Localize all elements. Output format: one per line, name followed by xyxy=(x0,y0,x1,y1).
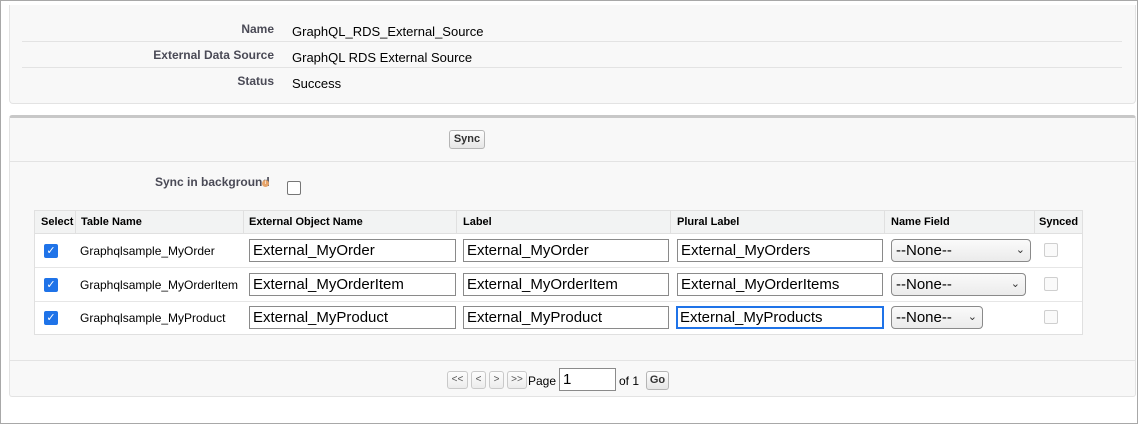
sync-button[interactable]: Sync xyxy=(449,130,485,149)
plural-label-input[interactable]: External_MyProducts xyxy=(676,306,884,329)
detail-value: Success xyxy=(292,76,342,91)
chevron-down-icon: ⌄ xyxy=(967,311,977,323)
first-page-button[interactable]: << xyxy=(447,371,468,389)
next-page-button[interactable]: > xyxy=(489,371,504,389)
synced-checkbox xyxy=(1044,310,1058,324)
table-row: ✓ Graphqlsample_MyProduct External_MyPro… xyxy=(35,301,1082,334)
column-header-external-object-name: External Object Name xyxy=(249,216,363,228)
objects-table: Select Table Name External Object Name L… xyxy=(34,210,1083,335)
external-object-name-input[interactable]: External_MyOrderItem xyxy=(249,273,456,296)
detail-row-name: Name GraphQL_RDS_External_Source xyxy=(22,15,1122,42)
table-row: ✓ Graphqlsample_MyOrderItem External_MyO… xyxy=(35,268,1082,302)
divider xyxy=(10,161,1135,162)
detail-row-status: Status Success xyxy=(22,67,1122,93)
column-header-select: Select xyxy=(41,216,74,228)
chevron-down-icon: ⌄ xyxy=(1010,278,1020,290)
page-number-input[interactable]: 1 xyxy=(559,368,616,391)
details-panel: Name GraphQL_RDS_External_Source Externa… xyxy=(9,5,1136,104)
label-input[interactable]: External_MyOrder xyxy=(463,239,669,262)
table-name: Graphqlsample_MyOrder xyxy=(80,244,215,258)
column-separator xyxy=(670,211,671,233)
detail-value: GraphQL_RDS_External_Source xyxy=(292,24,484,39)
column-header-synced: Synced xyxy=(1039,216,1079,228)
column-separator xyxy=(75,211,76,233)
select-checkbox[interactable]: ✓ xyxy=(44,311,58,325)
select-checkbox[interactable]: ✓ xyxy=(44,244,58,258)
select-checkbox[interactable]: ✓ xyxy=(44,278,58,292)
external-object-name-input[interactable]: External_MyProduct xyxy=(249,306,456,329)
name-field-select[interactable]: --None-- ⌄ xyxy=(891,239,1031,262)
column-header-table-name: Table Name xyxy=(81,216,142,228)
column-separator xyxy=(243,211,244,233)
plural-label-input[interactable]: External_MyOrders xyxy=(677,239,883,262)
page-frame: Name GraphQL_RDS_External_Source Externa… xyxy=(0,0,1138,424)
label-input[interactable]: External_MyOrderItem xyxy=(463,273,669,296)
detail-label: Status xyxy=(237,74,274,88)
column-separator xyxy=(456,211,457,233)
sync-in-background-checkbox[interactable] xyxy=(287,181,301,195)
name-field-select[interactable]: --None-- ⌄ xyxy=(891,273,1026,296)
name-field-value: --None-- xyxy=(896,242,952,259)
go-button[interactable]: Go xyxy=(646,371,669,390)
detail-row-external-data-source: External Data Source GraphQL RDS Externa… xyxy=(22,41,1122,68)
table-name: Graphqlsample_MyProduct xyxy=(80,311,226,325)
column-header-name-field: Name Field xyxy=(891,216,950,228)
name-field-value: --None-- xyxy=(896,276,952,293)
column-header-label: Label xyxy=(463,216,492,228)
detail-label: Name xyxy=(241,22,274,36)
chevron-down-icon: ⌄ xyxy=(1015,244,1025,256)
name-field-select[interactable]: --None-- ⌄ xyxy=(891,306,983,329)
table-row: ✓ Graphqlsample_MyOrder External_MyOrder… xyxy=(35,234,1082,268)
detail-label: External Data Source xyxy=(153,48,274,62)
synced-checkbox xyxy=(1044,243,1058,257)
column-separator xyxy=(884,211,885,233)
page-count-label: of 1 xyxy=(619,374,640,388)
table-name: Graphqlsample_MyOrderItem xyxy=(80,278,239,292)
synced-checkbox xyxy=(1044,277,1058,291)
table-header: Select Table Name External Object Name L… xyxy=(35,211,1082,234)
external-object-name-input[interactable]: External_MyOrder xyxy=(249,239,456,262)
sync-in-background-label: Sync in background xyxy=(155,175,270,189)
label-input[interactable]: External_MyProduct xyxy=(463,306,669,329)
name-field-value: --None-- xyxy=(896,309,952,326)
plural-label-input[interactable]: External_MyOrderItems xyxy=(677,273,883,296)
column-separator xyxy=(1034,211,1035,233)
sync-panel: Sync Sync in background i Select Table N… xyxy=(9,115,1136,397)
last-page-button[interactable]: >> xyxy=(507,371,527,389)
column-header-plural-label: Plural Label xyxy=(677,216,740,228)
page-label: Page xyxy=(528,374,557,388)
divider xyxy=(10,360,1135,361)
info-icon[interactable]: i xyxy=(262,180,269,187)
detail-value: GraphQL RDS External Source xyxy=(292,50,473,65)
previous-page-button[interactable]: < xyxy=(471,371,486,389)
